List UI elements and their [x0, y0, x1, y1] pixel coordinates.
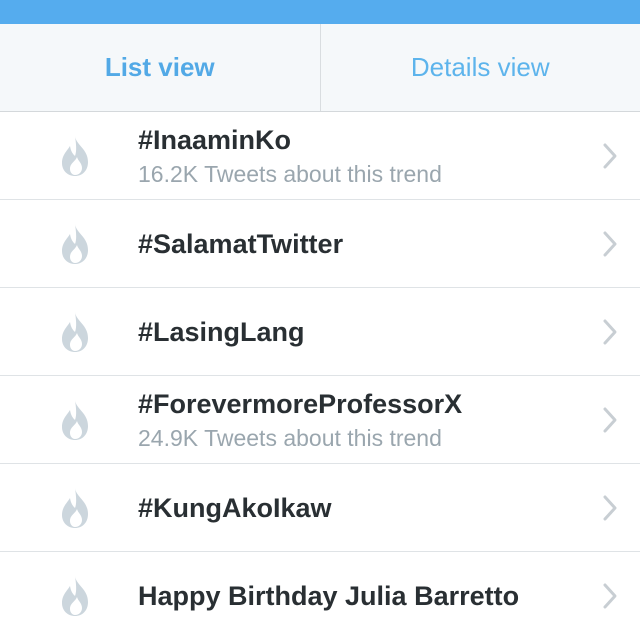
- flame-icon: [62, 488, 88, 528]
- trend-tweet-count: 24.9K Tweets about this trend: [138, 424, 442, 451]
- chevron-right-icon: [603, 583, 617, 609]
- chevron-right-icon: [603, 319, 617, 345]
- trend-row[interactable]: #LasingLang: [0, 288, 640, 376]
- chevron-right-icon: [603, 495, 617, 521]
- trend-row[interactable]: #InaaminKo 16.2K Tweets about this trend: [0, 112, 640, 200]
- trend-list: #InaaminKo 16.2K Tweets about this trend…: [0, 112, 640, 640]
- trend-name: #KungAkoIkaw: [138, 492, 332, 523]
- trend-name: #ForevermoreProfessorX: [138, 388, 463, 419]
- trend-row[interactable]: #SalamatTwitter: [0, 200, 640, 288]
- flame-icon: [62, 224, 88, 264]
- trend-tweet-count: 16.2K Tweets about this trend: [138, 160, 442, 187]
- trend-row[interactable]: #KungAkoIkaw: [0, 464, 640, 552]
- trend-row[interactable]: Happy Birthday Julia Barretto: [0, 552, 640, 640]
- trend-name: Happy Birthday Julia Barretto: [138, 581, 520, 611]
- chevron-right-icon: [603, 407, 617, 433]
- view-tabs: List view Details view: [0, 24, 640, 112]
- chevron-right-icon: [603, 231, 617, 257]
- trend-row[interactable]: #ForevermoreProfessorX 24.9K Tweets abou…: [0, 376, 640, 464]
- trend-name: #InaaminKo: [138, 124, 292, 155]
- tab-list-view[interactable]: List view: [0, 24, 320, 111]
- flame-icon: [62, 136, 88, 176]
- flame-icon: [62, 312, 88, 352]
- status-bar: [0, 0, 640, 24]
- trend-name: #LasingLang: [138, 316, 305, 347]
- flame-icon: [62, 576, 88, 616]
- tab-details-view[interactable]: Details view: [319, 24, 640, 111]
- trend-name: #SalamatTwitter: [138, 228, 344, 259]
- flame-icon: [62, 400, 88, 440]
- chevron-right-icon: [603, 143, 617, 169]
